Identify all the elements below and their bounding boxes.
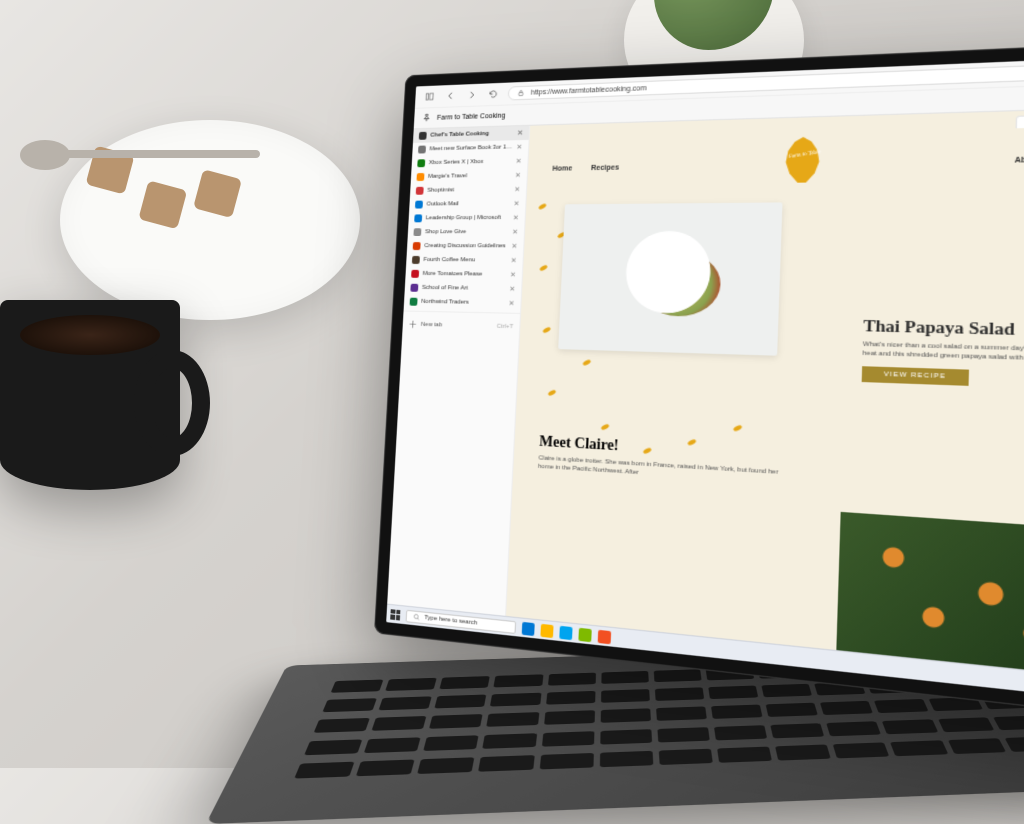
lock-icon — [517, 89, 525, 97]
taskbar-search-placeholder: Type here to search — [424, 614, 477, 626]
tab-title: Creating Discussion Guidelines — [424, 243, 507, 249]
view-recipe-button[interactable]: VIEW RECIPE — [862, 366, 970, 386]
recipe-card: Thai Papaya Salad What's nicer than a co… — [862, 318, 1024, 392]
coffee-mug-prop — [0, 300, 180, 490]
recipe-title: Thai Papaya Salad — [863, 318, 1024, 344]
tab-title: Northwind Traders — [421, 299, 505, 307]
tab-group-title: Farm to Table Cooking — [437, 112, 506, 121]
website-viewport: Farm to Table Cooking Home Recipes Farm … — [506, 108, 1024, 680]
plus-icon: ＋ — [408, 318, 417, 331]
salad-illustration — [638, 252, 722, 317]
new-tab-label: New tab — [421, 321, 443, 328]
close-tab-icon[interactable]: ✕ — [513, 214, 519, 222]
laptop-screen: https://www.farmtotablecooking.com Farm … — [374, 42, 1024, 719]
nav-about[interactable]: About — [1014, 156, 1024, 165]
favicon — [411, 270, 419, 278]
close-tab-icon[interactable]: ✕ — [511, 242, 517, 250]
new-tab-button[interactable]: ＋ New tab Ctrl+T — [402, 310, 520, 339]
recipe-photo — [558, 202, 782, 355]
tab-title: Leadership Group | Microsoft — [426, 215, 509, 221]
close-tab-icon[interactable]: ✕ — [515, 157, 521, 165]
tab-title: Margie's Travel — [428, 172, 511, 179]
search-icon — [413, 612, 421, 621]
close-tab-icon[interactable]: ✕ — [510, 271, 516, 279]
vertical-tab[interactable]: Shop Love Give ✕ — [408, 225, 525, 239]
tab-title: More Tomatoes Please — [423, 271, 507, 278]
vertical-tabs-toggle-icon[interactable] — [423, 90, 437, 104]
tab-title: Shoptimist — [427, 187, 510, 194]
favicon — [412, 256, 420, 264]
nav-home[interactable]: Home — [552, 165, 572, 173]
taskbar-app-explorer[interactable] — [540, 623, 553, 637]
pin-icon — [422, 113, 432, 123]
page-tab-label: Farm to Table Cooking — [1015, 113, 1024, 129]
tab-title: Outlook Mail — [426, 201, 509, 208]
start-button[interactable] — [390, 609, 400, 620]
favicon — [419, 132, 427, 140]
vertical-tab[interactable]: Fourth Coffee Menu ✕ — [406, 253, 523, 268]
favicon — [414, 214, 422, 222]
favicon — [413, 228, 421, 236]
favicon — [415, 201, 423, 209]
close-tab-icon[interactable]: ✕ — [516, 143, 522, 151]
tab-title: Shop Love Give — [425, 229, 508, 235]
favicon — [416, 173, 424, 181]
close-tab-icon[interactable]: ✕ — [512, 228, 518, 236]
close-tab-icon[interactable]: ✕ — [515, 171, 521, 179]
close-tab-icon[interactable]: ✕ — [514, 185, 520, 193]
close-tab-icon[interactable]: ✕ — [517, 129, 523, 137]
close-tab-icon[interactable]: ✕ — [508, 299, 514, 307]
favicon — [410, 284, 418, 292]
site-logo[interactable]: Farm to Table — [781, 136, 834, 191]
nav-recipes[interactable]: Recipes — [591, 164, 619, 172]
tab-title: Meet new Surface Book 3or 15.5" — [429, 144, 512, 152]
close-tab-icon[interactable]: ✕ — [513, 200, 519, 208]
vertical-tab[interactable]: Outlook Mail ✕ — [409, 197, 526, 212]
address-text: https://www.farmtotablecooking.com — [531, 85, 647, 97]
vertical-tab[interactable]: More Tomatoes Please✕ — [405, 267, 522, 282]
close-tab-icon[interactable]: ✕ — [510, 256, 516, 264]
vertical-tab[interactable]: Leadership Group | Microsoft ✕ — [408, 211, 525, 226]
chicken-icon — [781, 137, 824, 183]
vertical-tab[interactable]: Shoptimist ✕ — [410, 182, 527, 197]
forward-icon[interactable] — [465, 88, 479, 102]
tab-title: Fourth Coffee Menu — [423, 257, 506, 264]
back-icon[interactable] — [444, 89, 458, 103]
vertical-tab[interactable]: Creating Discussion Guidelines ✕ — [407, 239, 524, 253]
refresh-icon[interactable] — [486, 87, 500, 101]
favicon — [417, 159, 425, 167]
favicon — [416, 187, 424, 195]
tab-title: School of Fine Art — [422, 285, 506, 292]
taskbar-app-photos[interactable] — [598, 629, 612, 643]
recipe-body: What's nicer than a cool salad on a summ… — [862, 341, 1024, 367]
taskbar-app-edge[interactable] — [522, 621, 535, 635]
spoon-prop — [20, 130, 280, 180]
favicon — [413, 242, 421, 250]
tab-title: Chef's Table Cooking — [430, 130, 513, 138]
favicon — [418, 146, 426, 154]
favicon — [410, 298, 418, 306]
taskbar-app-store[interactable] — [578, 627, 591, 641]
vertical-tab[interactable]: Northwind Traders✕ — [404, 295, 521, 311]
taskbar-app-mail[interactable] — [559, 625, 572, 639]
close-tab-icon[interactable]: ✕ — [509, 285, 515, 293]
tab-title: Xbox Series X | Xbox — [429, 158, 512, 166]
new-tab-shortcut: Ctrl+T — [497, 323, 514, 330]
